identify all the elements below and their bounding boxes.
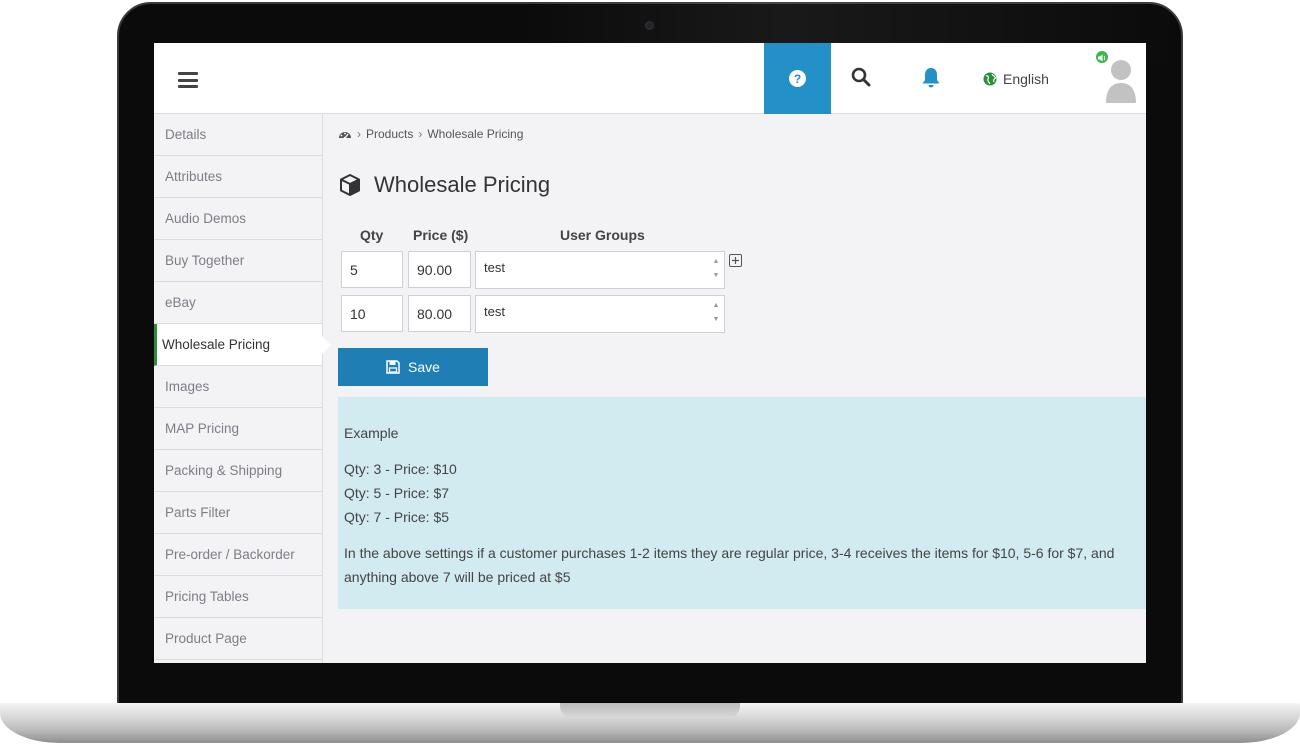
screen: ? English Details Attributes Audio Demos… [154, 43, 1146, 663]
language-selector[interactable]: English [983, 70, 1049, 88]
example-line: Qty: 7 - Price: $5 [344, 509, 450, 525]
price-input[interactable]: 90.00 [408, 251, 471, 288]
user-groups-select[interactable]: test ▲ ▼ [475, 295, 725, 333]
save-button[interactable]: Save [338, 348, 488, 386]
top-bar: ? English [154, 43, 1146, 114]
user-group-option: test [484, 260, 505, 275]
sidebar-item-attributes[interactable]: Attributes [154, 156, 322, 198]
scroll-arrows-icon[interactable]: ▲ ▼ [710, 299, 722, 327]
sidebar: Details Attributes Audio Demos Buy Toget… [154, 114, 331, 663]
qty-input[interactable]: 5 [341, 251, 403, 288]
sidebar-item-pricing-tables[interactable]: Pricing Tables [154, 576, 322, 618]
breadcrumb-separator: › [357, 127, 361, 141]
dashboard-icon[interactable] [338, 128, 352, 140]
sidebar-item-packing-shipping[interactable]: Packing & Shipping [154, 450, 322, 492]
example-heading: Example [344, 425, 399, 441]
sidebar-item-audio-demos[interactable]: Audio Demos [154, 198, 322, 240]
sidebar-item-ebay[interactable]: eBay [154, 282, 322, 324]
floppy-disk-icon [386, 360, 400, 374]
globe-icon [983, 72, 997, 86]
webcam [645, 21, 654, 30]
example-line: Qty: 5 - Price: $7 [344, 485, 450, 501]
search-icon[interactable] [851, 67, 873, 89]
notifications-bell-icon[interactable] [921, 67, 943, 89]
sidebar-item-images[interactable]: Images [154, 366, 322, 408]
menu-icon[interactable] [178, 72, 198, 88]
sidebar-item-buy-together[interactable]: Buy Together [154, 240, 322, 282]
sidebar-item-parts-filter[interactable]: Parts Filter [154, 492, 322, 534]
user-groups-column-header: User Groups [560, 227, 645, 243]
example-line: Qty: 3 - Price: $10 [344, 461, 457, 477]
breadcrumb-products[interactable]: Products [366, 127, 413, 141]
laptop-notch [560, 703, 740, 718]
page-title: Wholesale Pricing [338, 172, 550, 198]
example-description: In the above settings if a customer purc… [344, 545, 1115, 585]
page-title-text: Wholesale Pricing [374, 172, 551, 197]
online-status-icon [1094, 49, 1110, 65]
main-content: › Products › Wholesale Pricing Wholesale… [324, 114, 1146, 663]
language-label: English [1003, 71, 1049, 87]
qty-column-header: Qty [360, 227, 384, 243]
breadcrumb-separator: › [418, 127, 423, 141]
sidebar-item-product-page[interactable]: Product Page [154, 618, 322, 660]
cube-icon [340, 174, 360, 196]
sidebar-item-details[interactable]: Details [154, 114, 322, 156]
sidebar-item-wholesale-pricing[interactable]: Wholesale Pricing [154, 324, 331, 366]
help-button[interactable]: ? [764, 43, 831, 114]
user-groups-select[interactable]: test ▲ ▼ [475, 251, 725, 289]
price-column-header: Price ($) [413, 227, 469, 243]
breadcrumb-current: Wholesale Pricing [427, 127, 524, 141]
help-icon: ? [789, 70, 806, 87]
breadcrumb: › Products › Wholesale Pricing [338, 127, 523, 141]
add-row-icon[interactable] [729, 254, 742, 267]
user-group-option: test [484, 304, 505, 319]
save-button-label: Save [408, 359, 440, 375]
price-input[interactable]: 80.00 [408, 295, 471, 332]
qty-input[interactable]: 10 [341, 295, 403, 332]
sidebar-item-map-pricing[interactable]: MAP Pricing [154, 408, 322, 450]
sidebar-item-preorder-backorder[interactable]: Pre-order / Backorder [154, 534, 322, 576]
example-list: Qty: 3 - Price: $10 Qty: 5 - Price: $7 Q… [344, 457, 1140, 529]
scroll-arrows-icon[interactable]: ▲ ▼ [710, 255, 722, 283]
example-info-box: Example Qty: 3 - Price: $10 Qty: 5 - Pri… [338, 397, 1146, 609]
